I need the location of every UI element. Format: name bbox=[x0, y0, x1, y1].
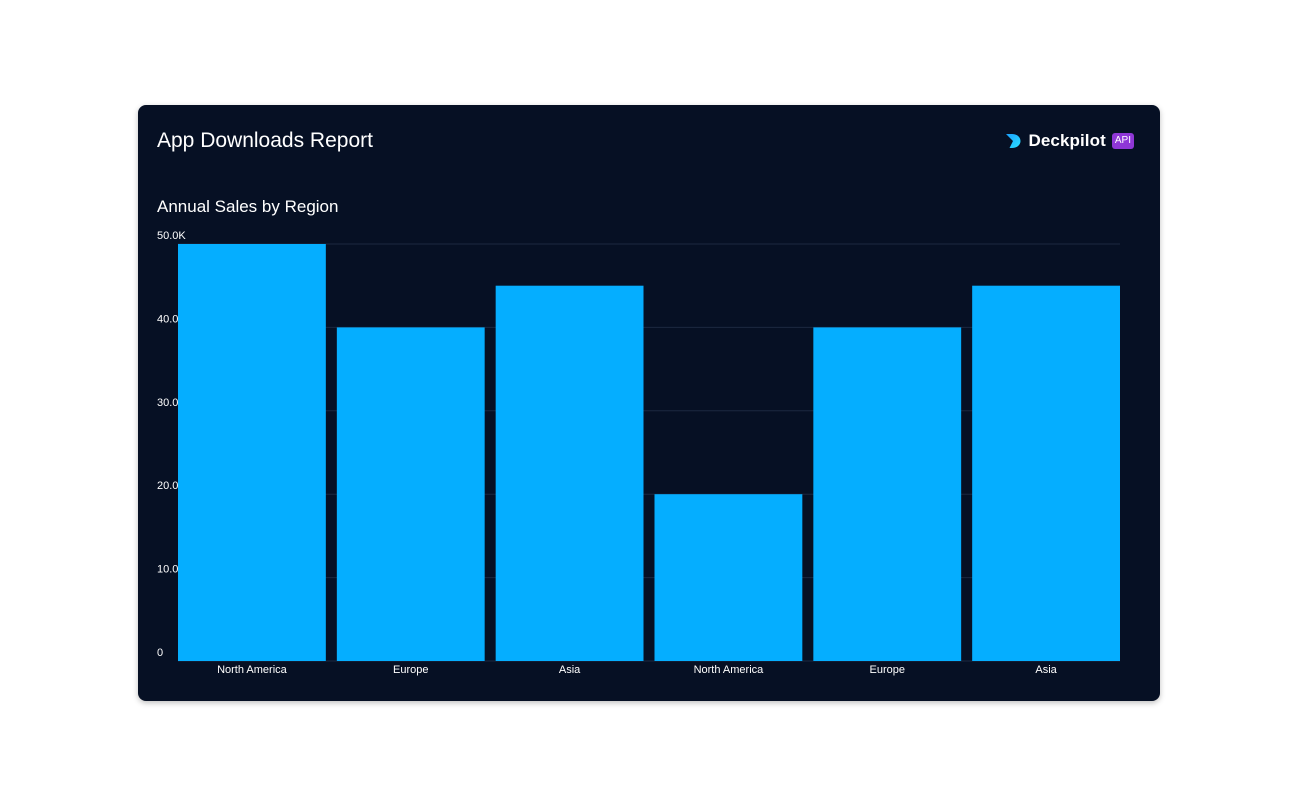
x-tick-label: North America bbox=[694, 664, 765, 676]
y-tick-label: 10.0 bbox=[157, 564, 178, 576]
bar[interactable] bbox=[813, 327, 962, 661]
y-tick-label: 30.0 bbox=[157, 397, 178, 409]
y-tick-label: 50.0K bbox=[157, 230, 186, 242]
y-tick-label: 20.0 bbox=[157, 480, 178, 492]
bar-chart: 0 10.0 20.0 30.0 40.0 50.0K North America Euro… bbox=[157, 230, 1120, 676]
x-tick-label: Asia bbox=[1035, 664, 1057, 676]
x-axis-ticks: North America Europe Asia North America Euro… bbox=[217, 664, 1058, 676]
x-tick-label: Europe bbox=[870, 664, 905, 676]
x-tick-label: Asia bbox=[559, 664, 581, 676]
y-tick-label: 40.0 bbox=[157, 313, 178, 325]
bar[interactable] bbox=[495, 285, 644, 661]
report-card: App Downloads Report Deckpilot API Annua… bbox=[138, 105, 1160, 701]
bar[interactable] bbox=[336, 327, 485, 661]
x-tick-label: Europe bbox=[393, 664, 428, 676]
bar[interactable] bbox=[972, 285, 1120, 661]
x-tick-label: North America bbox=[217, 664, 288, 676]
bar[interactable] bbox=[654, 494, 803, 661]
y-tick-label: 0 bbox=[157, 647, 163, 659]
bars bbox=[178, 244, 1120, 661]
bar[interactable] bbox=[178, 244, 326, 661]
